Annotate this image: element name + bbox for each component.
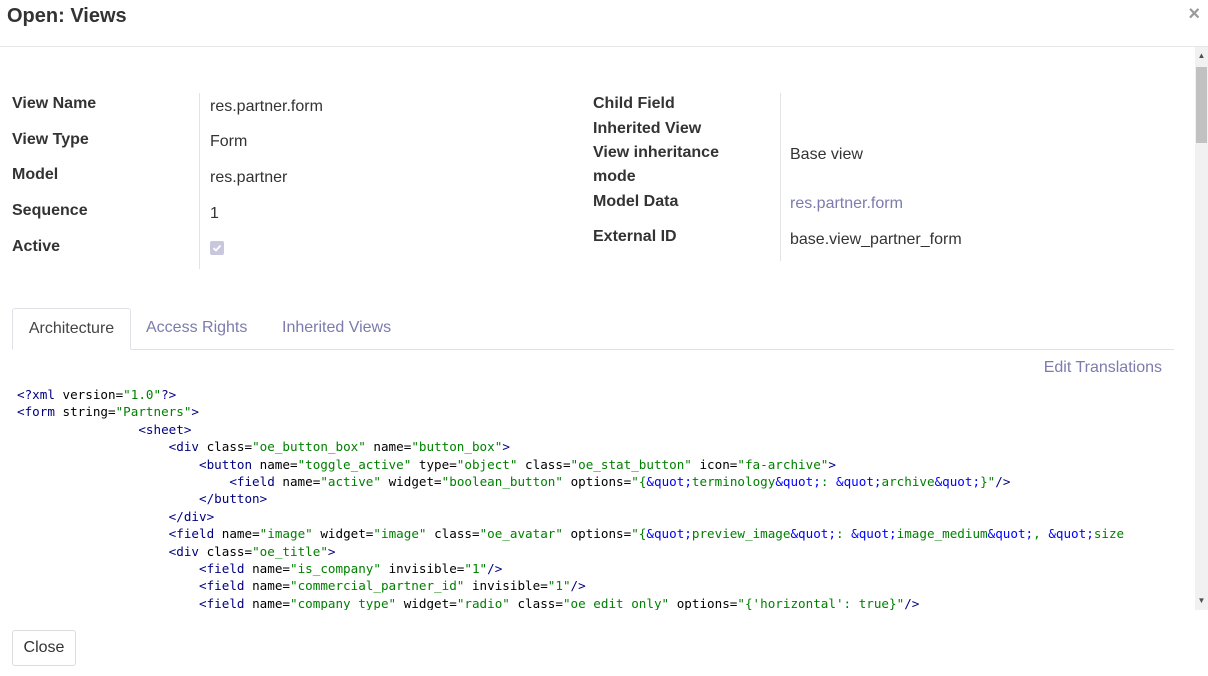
scrollbar-thumb[interactable] [1196, 67, 1207, 143]
dialog-title: Open: Views [7, 5, 127, 27]
code-line: <?xml version="1.0"?> [17, 387, 177, 402]
model-value: res.partner [210, 169, 288, 186]
code-line: <field name="is_company" invisible="1"/> [198, 561, 503, 576]
scroll-up-icon[interactable]: ▲ [1197, 51, 1206, 61]
right-divider [780, 93, 781, 261]
inheritance-mode-value: Base view [790, 146, 863, 163]
view-name-value: res.partner.form [210, 98, 323, 115]
child-field-label: Child Field [593, 95, 675, 112]
scrollbar[interactable]: ▲ ▼ [1195, 47, 1208, 610]
checkmark-icon [212, 244, 222, 252]
scroll-down-icon[interactable]: ▼ [1197, 596, 1206, 606]
sequence-label: Sequence [12, 202, 88, 219]
inherited-view-label: Inherited View [593, 120, 702, 137]
dialog-header: Open: Views × [0, 0, 1208, 47]
left-divider [199, 93, 200, 269]
code-line: <field name="commercial_partner_id" invi… [198, 578, 586, 594]
close-icon[interactable]: × [1188, 3, 1200, 26]
notebook-tabs: Architecture Access Rights Inherited Vie… [12, 308, 1174, 350]
code-line: <field name="image" widget="image" class… [168, 526, 1125, 542]
view-type-label: View Type [12, 131, 89, 148]
model-data-link[interactable]: res.partner.form [790, 195, 903, 213]
code-line: <button name="toggle_active" type="objec… [198, 456, 836, 472]
code-line: <form string="Partners"> [17, 404, 200, 420]
code-line: <div class="oe_button_box" name="button_… [168, 439, 510, 455]
tab-inherited-views[interactable]: Inherited Views [282, 308, 391, 348]
view-type-value: Form [210, 133, 248, 150]
code-line: </div> [168, 508, 215, 524]
sequence-value: 1 [210, 205, 219, 222]
inheritance-mode-label-1: View inheritance [593, 144, 719, 161]
external-id-label: External ID [593, 228, 677, 245]
tab-architecture[interactable]: Architecture [12, 308, 131, 350]
edit-translations-link[interactable]: Edit Translations [1044, 359, 1162, 377]
code-line: </button> [198, 491, 268, 507]
code-line: <field name="company_type" widget="radio… [198, 595, 920, 610]
external-id-value: base.view_partner_form [790, 231, 962, 248]
code-line: <sheet> [138, 421, 192, 437]
dialog-footer: Close [0, 610, 1208, 676]
tab-access-rights[interactable]: Access Rights [146, 308, 247, 348]
model-label: Model [12, 166, 59, 183]
code-line: <div class="oe_title"> [168, 543, 336, 559]
close-button[interactable]: Close [12, 630, 76, 666]
code-line: <field name="active" widget="boolean_but… [229, 474, 1011, 489]
active-label: Active [12, 238, 61, 255]
view-name-label: View Name [12, 95, 97, 112]
model-data-label: Model Data [593, 193, 679, 210]
active-checkbox[interactable] [210, 241, 224, 255]
inheritance-mode-label-2: mode [593, 168, 636, 185]
arch-code-block[interactable]: <?xml version="1.0"?> <form string="Partn… [17, 386, 1174, 610]
dialog-body: View Name res.partner.form View Type For… [0, 47, 1195, 610]
